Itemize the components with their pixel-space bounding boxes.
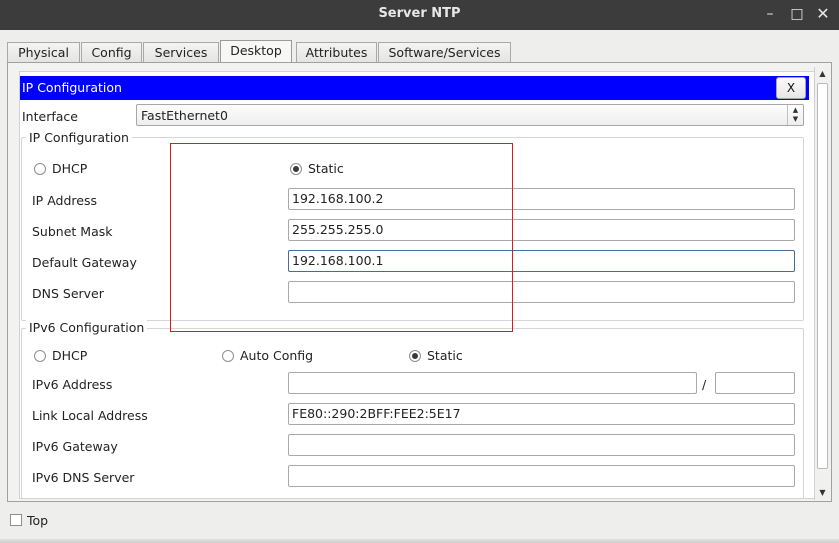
ipv6-static-label: Static [427, 348, 463, 363]
vertical-scrollbar[interactable]: ▲ ▼ [814, 67, 830, 500]
ip-configuration-header: IP Configuration X [20, 76, 809, 100]
bottom-edge [0, 539, 839, 543]
dns-server-label: DNS Server [32, 286, 104, 301]
scrollbar-thumb[interactable] [817, 83, 828, 469]
close-window-icon[interactable]: ✕ [812, 3, 834, 25]
ipv4-dhcp-radio[interactable] [34, 163, 46, 175]
interface-select[interactable]: FastEthernet0 ▲ ▼ [136, 104, 804, 126]
ipv6-gateway-input[interactable] [288, 434, 795, 456]
window-title: Server NTP [378, 6, 461, 21]
bottom-bar: Top [0, 505, 839, 543]
top-checkbox[interactable] [10, 514, 22, 526]
ipv6-dhcp-radio[interactable] [34, 350, 46, 362]
maximize-icon[interactable]: □ [786, 3, 808, 25]
ipv4-dhcp-label: DHCP [52, 161, 88, 176]
ipv6-address-input[interactable] [288, 372, 697, 394]
scroll-up-icon[interactable]: ▲ [815, 67, 830, 81]
ipv6-gateway-label: IPv6 Gateway [32, 439, 118, 454]
ipv6-static-radio[interactable] [409, 350, 421, 362]
top-checkbox-label: Top [27, 513, 49, 528]
updown-arrows-icon: ▲ ▼ [787, 105, 803, 125]
ipv4-group-title: IP Configuration [26, 130, 132, 145]
ipv6-address-label: IPv6 Address [32, 377, 113, 392]
tab-software-services[interactable]: Software/Services [378, 42, 511, 63]
tab-physical[interactable]: Physical [7, 42, 80, 63]
highlight-box [170, 143, 513, 332]
close-ip-config-button[interactable]: X [776, 77, 806, 99]
tab-desktop[interactable]: Desktop [220, 40, 292, 64]
interface-value: FastEthernet0 [141, 108, 228, 123]
tab-config[interactable]: Config [81, 42, 142, 63]
subnet-mask-label: Subnet Mask [32, 224, 113, 239]
link-local-address-input[interactable]: FE80::290:2BFF:FEE2:5E17 [288, 403, 795, 425]
scroll-down-icon[interactable]: ▼ [815, 486, 830, 500]
ip-address-label: IP Address [32, 193, 97, 208]
link-local-address-label: Link Local Address [32, 408, 148, 423]
ipv6-auto-config-radio[interactable] [222, 350, 234, 362]
ipv6-dns-server-input[interactable] [288, 465, 795, 487]
ipv6-prefix-input[interactable] [715, 372, 795, 394]
minimize-icon[interactable]: – [759, 3, 781, 25]
tab-services[interactable]: Services [143, 42, 219, 63]
prefix-separator: / [702, 377, 707, 392]
interface-label: Interface [22, 109, 78, 124]
title-bar: Server NTP – □ ✕ [0, 0, 839, 30]
default-gateway-label: Default Gateway [32, 255, 137, 270]
ipv6-group-title: IPv6 Configuration [26, 320, 148, 335]
ipv6-auto-config-label: Auto Config [240, 348, 314, 363]
tab-attributes[interactable]: Attributes [296, 42, 377, 63]
ip-configuration-title: IP Configuration [22, 80, 122, 95]
ipv6-dhcp-label: DHCP [52, 348, 88, 363]
ipv6-dns-server-label: IPv6 DNS Server [32, 470, 135, 485]
